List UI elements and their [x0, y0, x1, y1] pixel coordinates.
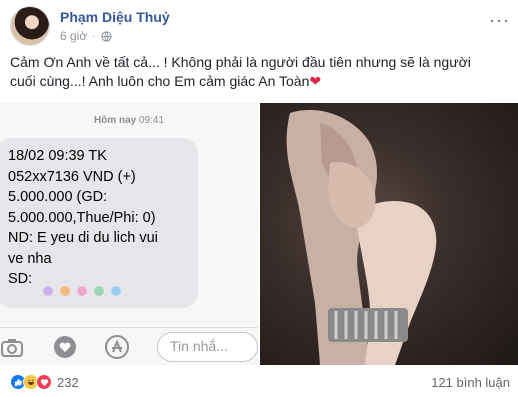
message-input[interactable]: Tin nhắ... — [157, 332, 258, 362]
post-time[interactable]: 6 giờ — [60, 29, 87, 43]
caption-line-2-text: cuối cùng...! Anh luôn cho Em cảm giác A… — [10, 73, 310, 89]
sms-line: ND: E yeu di du lich vui — [8, 230, 158, 246]
digital-touch-icon[interactable] — [52, 334, 78, 360]
sms-bubble: 18/02 09:39 TK 052xx7136 VND (+) 5.000.0… — [0, 138, 198, 308]
sms-line: 5.000.000 (GD: — [8, 189, 108, 205]
sms-line: 052xx7136 VND (+) — [8, 168, 136, 185]
comments-count-link[interactable]: 121 bình luận — [431, 375, 510, 390]
paw-stickers — [40, 283, 124, 299]
heart-emoji-icon: ❤ — [309, 73, 322, 89]
globe-icon[interactable] — [100, 30, 112, 42]
reaction-icons[interactable]: 232 — [10, 374, 79, 390]
sms-line: 5.000.000,Thue/Phi: 0) — [8, 209, 156, 226]
sms-timestamp-day: Hôm nay — [93, 115, 137, 126]
camera-icon[interactable] — [0, 334, 26, 360]
facebook-post: Phạm Diệu Thuỷ 6 giờ · ··· Cảm Ơn Anh về… — [0, 0, 518, 397]
paw-icon — [91, 283, 107, 299]
author-name[interactable]: Phạm Diệu Thuỷ — [60, 9, 170, 25]
caption-line-1: Cảm Ơn Anh về tất cả... ! Không phải là … — [10, 54, 471, 70]
app-store-icon[interactable] — [104, 334, 130, 360]
message-composer: Tin nhắ... — [0, 327, 258, 365]
sms-screenshot-photo[interactable]: Hôm nay 09:41 18/02 09:39 TK 052xx7136 V… — [0, 103, 258, 365]
caption-line-2: cuối cùng...! Anh luôn cho Em cảm giác A… — [10, 72, 500, 91]
post-footer: 232 121 bình luận — [10, 372, 510, 392]
holding-hands-photo[interactable] — [260, 103, 518, 365]
meta-separator: · — [92, 30, 96, 42]
more-options-icon[interactable]: ··· — [489, 10, 510, 31]
reaction-count: 232 — [57, 374, 79, 390]
post-header: Phạm Diệu Thuỷ 6 giờ · ··· — [10, 6, 510, 48]
post-meta: 6 giờ · — [60, 29, 112, 43]
holding-hands-image — [286, 109, 437, 365]
sms-timestamp-time: 09:41 — [138, 115, 165, 126]
post-photos: Hôm nay 09:41 18/02 09:39 TK 052xx7136 V… — [0, 103, 518, 365]
paw-icon — [40, 283, 56, 299]
love-reaction-icon — [36, 374, 52, 390]
sms-line: ve nha — [8, 250, 52, 267]
paw-icon — [74, 283, 90, 299]
sms-line: 18/02 09:39 TK — [8, 148, 107, 164]
paw-icon — [108, 283, 124, 299]
post-caption: Cảm Ơn Anh về tất cả... ! Không phải là … — [10, 53, 500, 91]
paw-icon — [57, 283, 73, 299]
sms-timestamp: Hôm nay 09:41 — [0, 115, 258, 126]
avatar[interactable] — [10, 6, 50, 46]
